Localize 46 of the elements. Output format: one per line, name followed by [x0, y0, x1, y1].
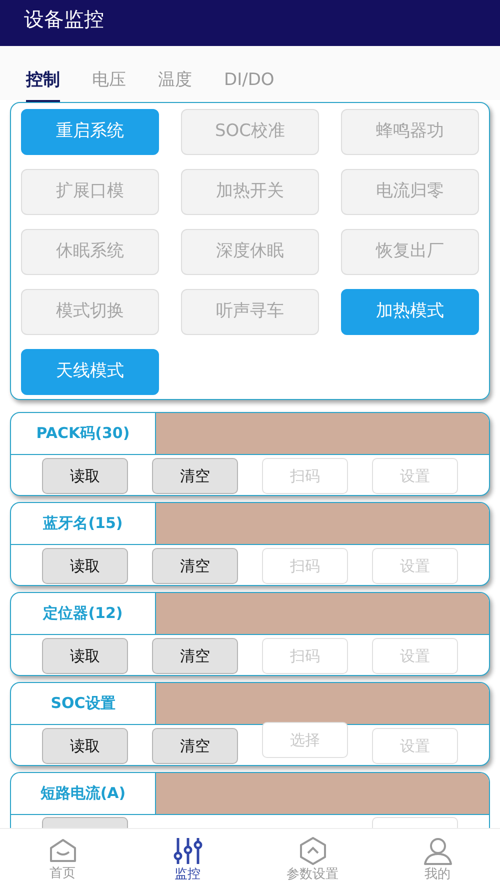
control-button[interactable]: 电流归零	[341, 169, 479, 215]
tab[interactable]: DI/DO	[208, 56, 290, 100]
control-button[interactable]: 听声寻车	[181, 289, 319, 335]
hexagon-icon	[298, 837, 326, 866]
control-button[interactable]: 天线模式	[21, 349, 159, 395]
control-button[interactable]: 恢复出厂	[341, 229, 479, 275]
action-button[interactable]	[372, 817, 458, 829]
input-field[interactable]	[156, 683, 489, 724]
screen-title: 设备监控	[24, 7, 104, 31]
control-button[interactable]: 模式切换	[21, 289, 159, 335]
nav-tab[interactable]: 首页	[0, 829, 125, 888]
control-button[interactable]: 休眠系统	[21, 229, 159, 275]
action-button[interactable]: 读取	[42, 548, 128, 584]
action-button[interactable]: 清空	[152, 638, 238, 674]
field-label: PACK码(30)	[36, 423, 130, 444]
control-button[interactable]: 蜂鸣器功	[341, 109, 479, 155]
input-field[interactable]	[156, 593, 489, 634]
nav-tab[interactable]: 我的	[375, 829, 500, 888]
action-button[interactable]: 清空	[152, 458, 238, 494]
action-button[interactable]	[42, 817, 128, 829]
action-button[interactable]: 读取	[42, 728, 128, 764]
field-label: 定位器(12)	[43, 603, 123, 624]
control-button[interactable]: 深度休眠	[181, 229, 319, 275]
tab[interactable]: 温度	[142, 56, 208, 100]
person-icon	[422, 837, 452, 866]
action-button[interactable]: 读取	[42, 638, 128, 674]
field-label: 短路电流(A)	[40, 783, 126, 804]
tab[interactable]: 控制	[10, 56, 76, 100]
control-button[interactable]: 扩展口模	[21, 169, 159, 215]
action-button[interactable]: 清空	[152, 548, 238, 584]
tab[interactable]: 电压	[76, 56, 142, 100]
input-field[interactable]	[156, 503, 489, 544]
nav-tab[interactable]: 参数设置	[250, 829, 375, 888]
control-button[interactable]: 加热开关	[181, 169, 319, 215]
control-button[interactable]: SOC校准	[181, 109, 319, 155]
sliders-icon	[172, 837, 202, 866]
envelope-icon	[48, 838, 78, 864]
action-button[interactable]: 读取	[42, 458, 128, 494]
control-button[interactable]: 重启系统	[21, 109, 159, 155]
input-field[interactable]	[156, 773, 489, 814]
action-button[interactable]: 清空	[152, 728, 238, 764]
nav-tab[interactable]: 监控	[125, 829, 250, 888]
field-label: SOC设置	[50, 693, 116, 714]
control-button[interactable]: 加热模式	[341, 289, 479, 335]
input-field[interactable]	[156, 413, 489, 454]
field-label: 蓝牙名(15)	[43, 513, 123, 534]
